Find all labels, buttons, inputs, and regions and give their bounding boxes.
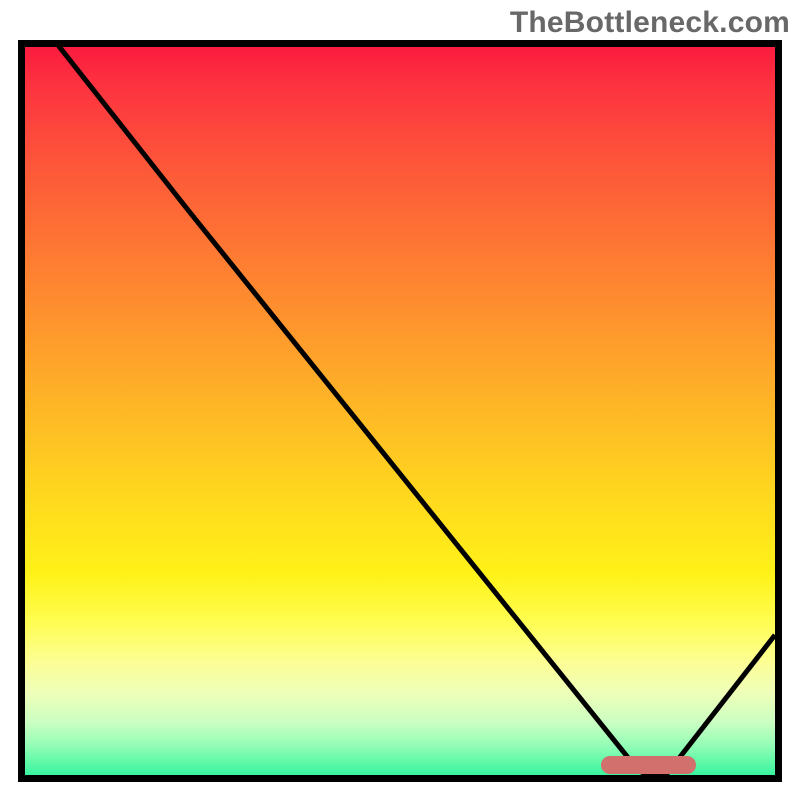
bottleneck-curve (18, 40, 782, 782)
optimal-range-marker (601, 756, 696, 774)
plot-area (18, 40, 782, 782)
watermark-text: TheBottleneck.com (510, 6, 790, 40)
